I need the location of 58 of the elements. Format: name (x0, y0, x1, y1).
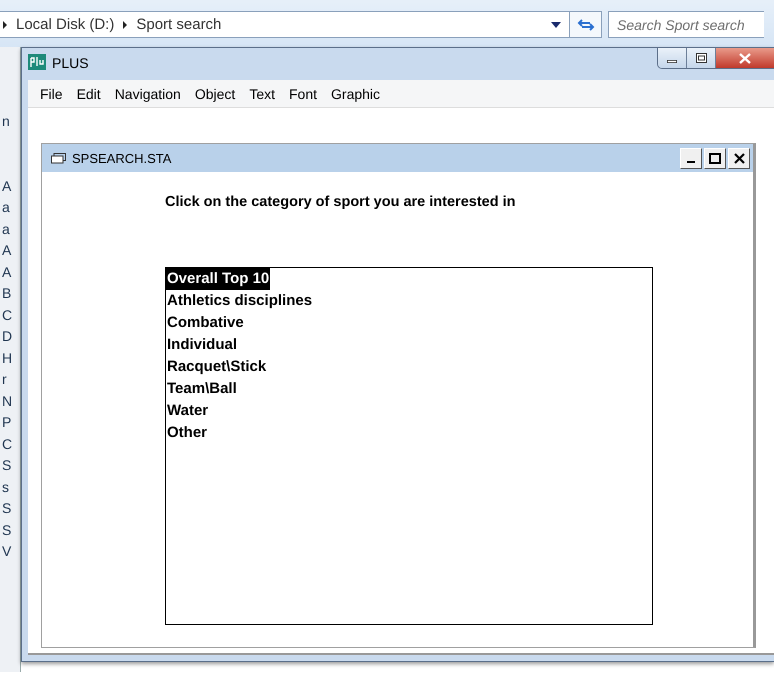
search-field[interactable]: Search Sport search (608, 11, 764, 38)
file-list-item[interactable]: r (0, 369, 12, 390)
menu-item[interactable]: Object (188, 86, 242, 102)
minimize-icon (687, 161, 695, 163)
file-list-item[interactable]: S (0, 498, 12, 520)
dropdown-icon[interactable] (551, 22, 561, 28)
list-item[interactable]: Racquet\Stick (166, 356, 268, 378)
file-list-item[interactable]: N (0, 390, 12, 412)
list-item[interactable]: Combative (166, 312, 245, 334)
file-list-item[interactable]: s (0, 476, 12, 498)
file-list-item[interactable]: A (0, 262, 12, 283)
file-list-item[interactable]: S (0, 520, 12, 541)
list-item[interactable]: Athletics disciplines (166, 290, 314, 312)
list-item[interactable]: Water (166, 400, 210, 422)
file-list-item[interactable]: P (0, 412, 12, 434)
maximize-icon (709, 152, 721, 164)
close-icon (734, 152, 744, 164)
menu-item[interactable]: Text (242, 86, 282, 102)
restore-icon (696, 53, 706, 63)
close-button[interactable] (728, 148, 750, 168)
chevron-icon (2, 20, 8, 30)
chevron-icon (122, 20, 128, 30)
file-list-item[interactable]: n (0, 111, 12, 132)
file-list-item[interactable]: A (0, 240, 12, 262)
menu-item[interactable]: Edit (70, 86, 108, 102)
file-list-item[interactable]: B (0, 283, 12, 304)
list-item[interactable]: Other (166, 422, 208, 444)
file-list-item[interactable]: a (0, 218, 12, 240)
menu-item[interactable]: File (33, 86, 70, 102)
document-window-icon (50, 152, 67, 164)
list-item[interactable]: Overall Top 10 (166, 268, 270, 290)
close-icon (739, 52, 751, 64)
file-list-item[interactable]: A (0, 176, 12, 197)
maximize-button[interactable] (704, 148, 726, 168)
menu-item[interactable]: Navigation (108, 86, 188, 102)
file-list-item[interactable]: H (0, 348, 12, 369)
document-title: SPSEARCH.STA (72, 150, 172, 166)
refresh-button[interactable] (570, 11, 602, 38)
list-item[interactable]: Team\Ball (166, 378, 238, 400)
file-list-item[interactable]: S (0, 455, 12, 476)
file-list-item[interactable]: D (0, 326, 12, 348)
restore-button[interactable] (687, 48, 716, 68)
file-list-item[interactable]: V (0, 541, 12, 562)
breadcrumb-item[interactable]: Local Disk (D:) (16, 16, 114, 33)
app-logo-icon (28, 54, 46, 70)
breadcrumb-item[interactable]: Sport search (136, 16, 222, 33)
list-item[interactable]: Individual (166, 334, 238, 356)
address-bar[interactable]: Local Disk (D:) Sport search (0, 11, 570, 38)
menu-item[interactable]: Font (282, 86, 324, 102)
file-list-item[interactable]: C (0, 304, 12, 326)
instruction-text: Click on the category of sport you are interested in (165, 194, 516, 210)
file-list-item[interactable]: C (0, 434, 12, 455)
refresh-icon (576, 16, 594, 32)
minimize-icon (667, 60, 677, 62)
minimize-button[interactable] (658, 48, 687, 68)
window-title: PLUS (52, 55, 89, 71)
file-list-item[interactable]: a (0, 197, 12, 218)
menu-item[interactable]: Graphic (324, 86, 388, 102)
